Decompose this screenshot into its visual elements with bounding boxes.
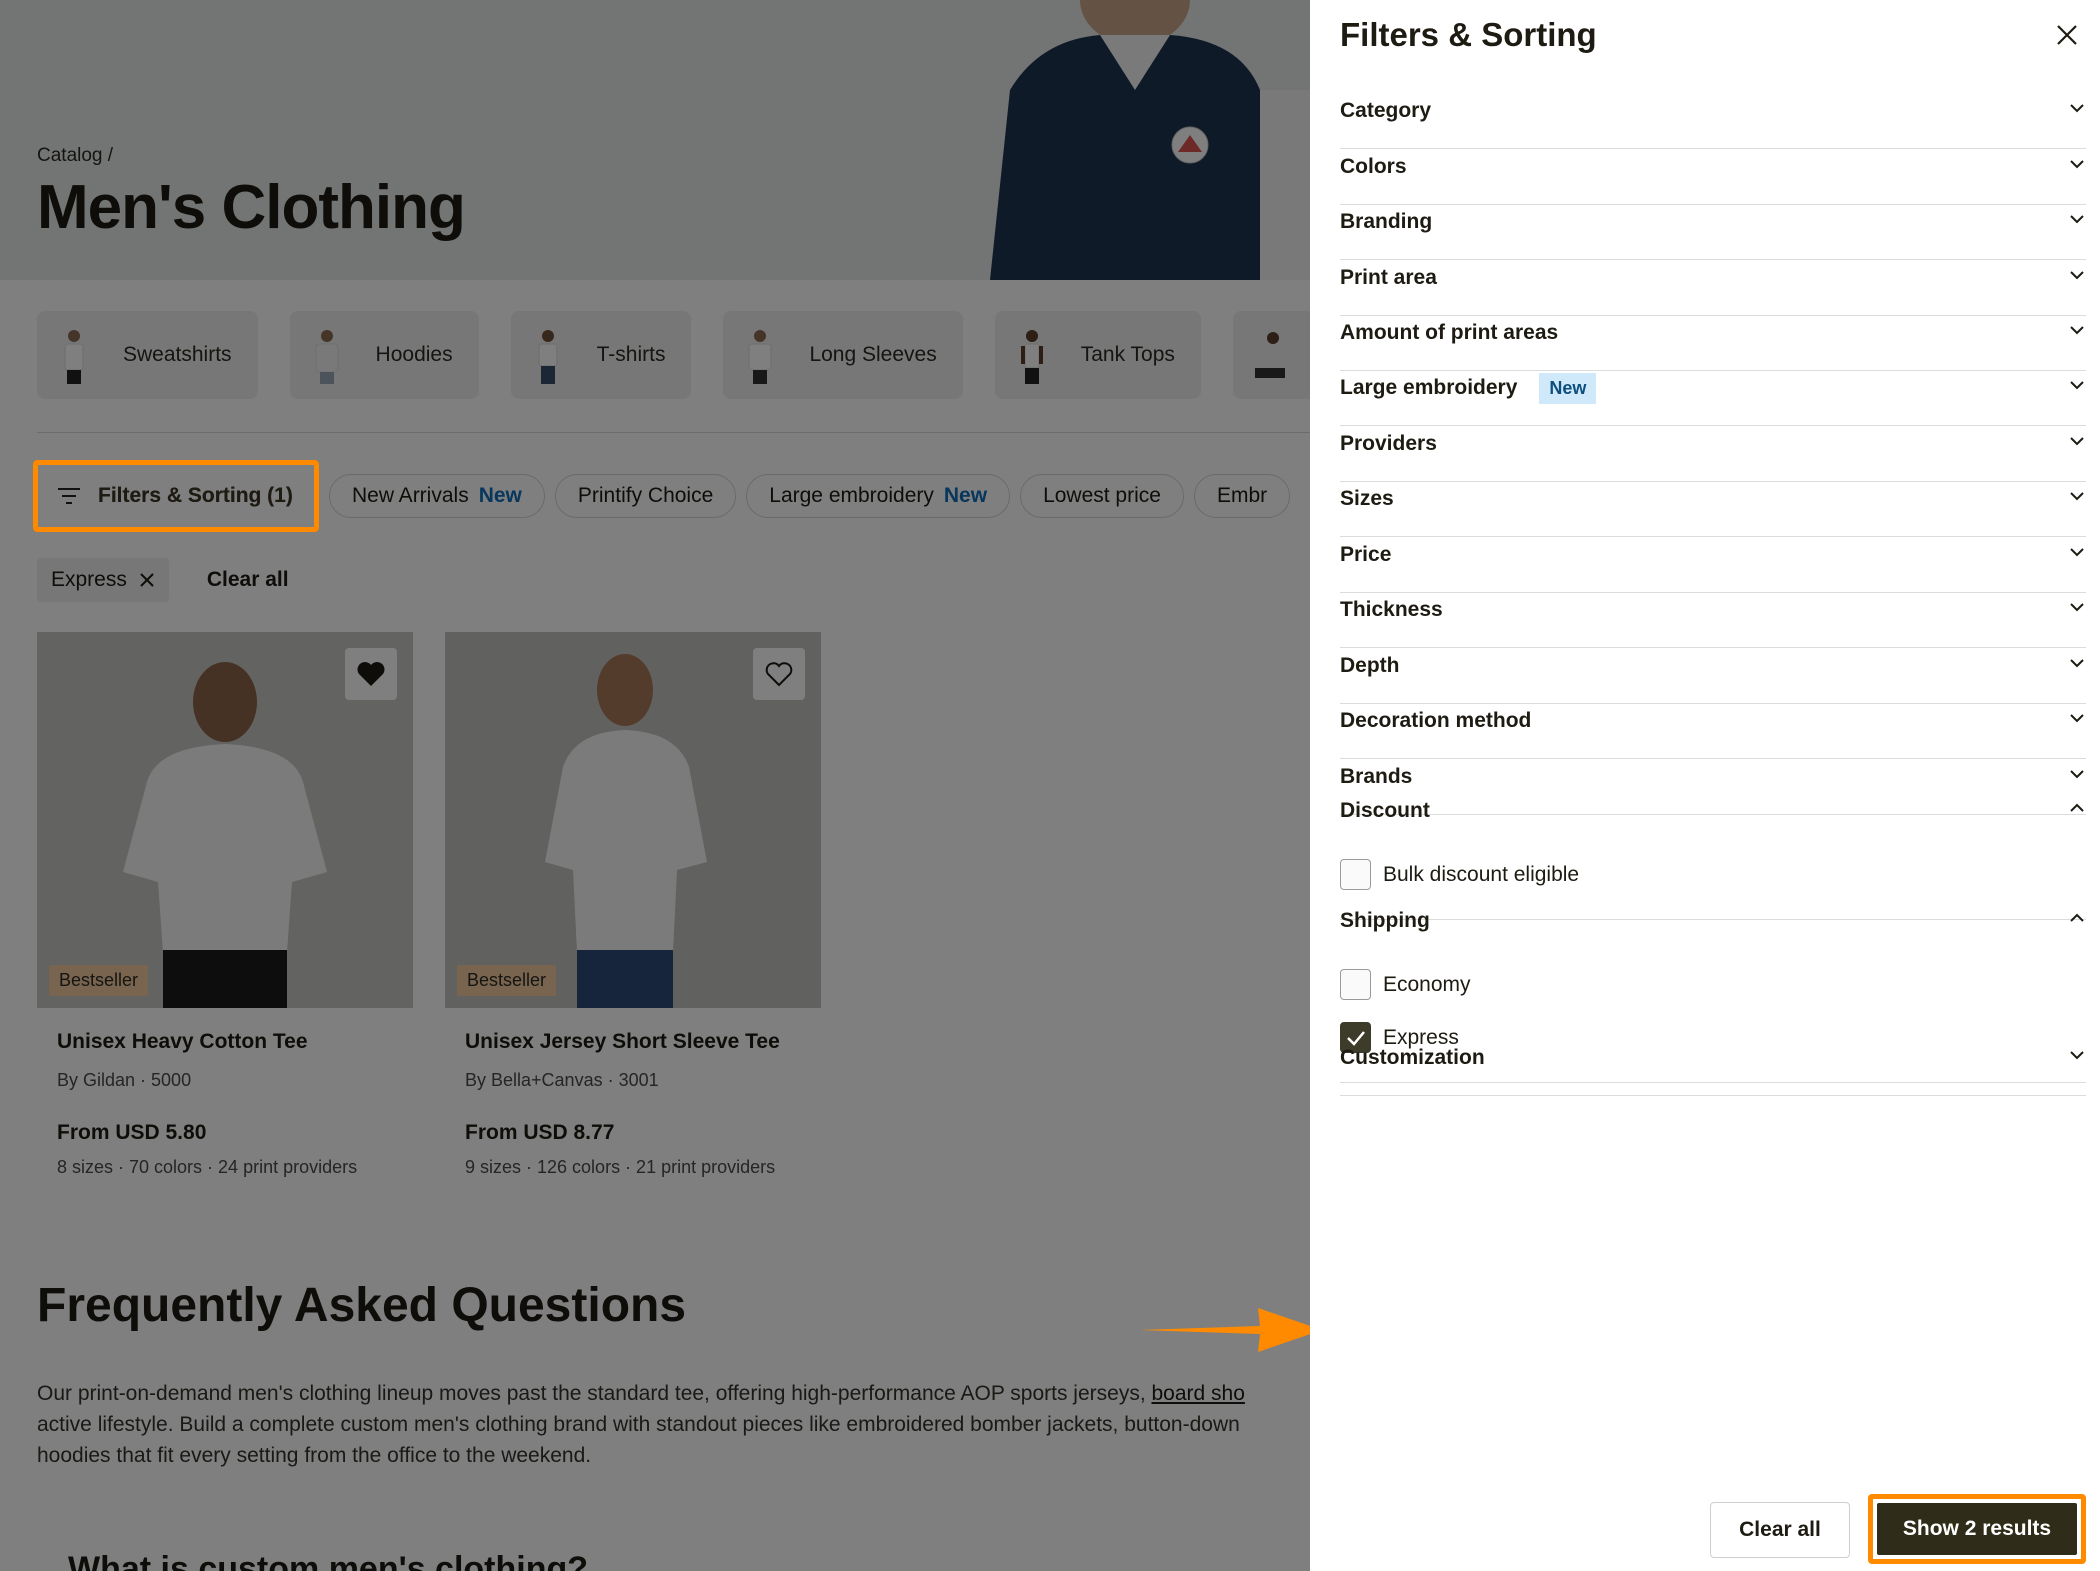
section-label: Sizes	[1340, 487, 1394, 510]
section-label: Shipping	[1340, 909, 1430, 932]
chevron-up-icon	[2068, 909, 2086, 933]
new-tag: New	[1539, 372, 1597, 404]
chevron-down-icon	[2068, 432, 2086, 456]
chevron-down-icon	[2068, 210, 2086, 234]
economy-checkbox[interactable]	[1340, 969, 1371, 1000]
section-label: Branding	[1340, 210, 1433, 233]
panel-title: Filters & Sorting	[1340, 16, 1597, 53]
filter-lines-icon	[58, 488, 80, 504]
section-label: Customization	[1340, 1046, 1485, 1069]
section-label: Print area	[1340, 266, 1437, 289]
section-label: Amount of print areas	[1340, 321, 1559, 344]
section-label: Discount	[1340, 799, 1430, 822]
accordion-header-customization[interactable]: Customization	[1340, 1021, 2086, 1095]
section-label: Providers	[1340, 432, 1437, 455]
chevron-down-icon	[2068, 266, 2086, 290]
option-economy[interactable]: Economy	[1340, 958, 2086, 1011]
modal-backdrop[interactable]	[0, 0, 1310, 1571]
chevron-down-icon	[2068, 376, 2086, 400]
filters-sorting-button-highlight[interactable]: Filters & Sorting (1)	[33, 460, 319, 532]
clear-all-button[interactable]: Clear all	[1710, 1502, 1850, 1558]
show-results-highlight: Show 2 results	[1868, 1494, 2086, 1564]
filters-panel: Filters & Sorting Category Colors Branding…	[1310, 0, 2100, 1571]
chevron-down-icon	[2068, 99, 2086, 123]
chevron-down-icon	[2068, 487, 2086, 511]
chevron-down-icon	[2068, 709, 2086, 733]
accordion-header-shipping[interactable]: Shipping	[1340, 884, 2086, 958]
panel-footer: Clear all Show 2 results	[1310, 1470, 2100, 1571]
option-label: Bulk discount eligible	[1383, 862, 1580, 886]
chevron-down-icon	[2068, 155, 2086, 179]
section-label: Decoration method	[1340, 709, 1532, 732]
option-label: Economy	[1383, 972, 1471, 996]
section-label: Depth	[1340, 654, 1400, 677]
chevron-down-icon	[2068, 543, 2086, 567]
chevron-up-icon	[2068, 799, 2086, 823]
chevron-down-icon	[2068, 598, 2086, 622]
close-panel-button[interactable]	[2052, 20, 2082, 50]
catalog-page: Catalog / Men's Clothing Sweatshirts Hoo…	[0, 0, 1310, 1571]
close-icon	[2057, 25, 2077, 45]
section-label: Large embroidery	[1340, 376, 1518, 399]
chevron-down-icon	[2068, 654, 2086, 678]
annotation-arrow-icon	[1140, 1308, 1310, 1352]
section-label: Colors	[1340, 155, 1407, 178]
section-label: Price	[1340, 543, 1392, 566]
chevron-down-icon	[2068, 321, 2086, 345]
filter-section-customization: Customization	[1340, 1021, 2086, 1096]
chevron-down-icon	[2068, 1046, 2086, 1070]
section-label: Category	[1340, 99, 1432, 122]
accordion-header-discount[interactable]: Discount	[1340, 774, 2086, 848]
show-results-button[interactable]: Show 2 results	[1877, 1503, 2077, 1555]
section-label: Thickness	[1340, 598, 1443, 621]
